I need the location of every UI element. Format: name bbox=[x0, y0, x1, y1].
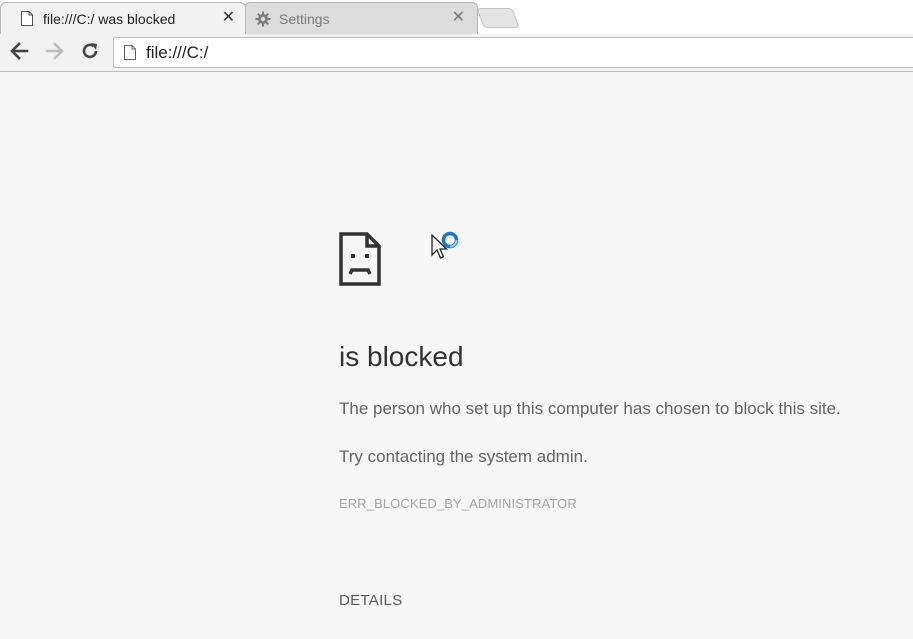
error-page: is blocked The person who set up this co… bbox=[0, 73, 913, 639]
error-code: ERR_BLOCKED_BY_ADMINISTRATOR bbox=[339, 496, 577, 511]
sad-page-icon bbox=[339, 232, 381, 286]
back-arrow-icon bbox=[9, 41, 29, 65]
close-tab-icon[interactable]: ✕ bbox=[222, 9, 235, 27]
error-suggestion: Try contacting the system admin. bbox=[339, 447, 588, 466]
back-button[interactable] bbox=[8, 41, 30, 65]
url-input[interactable] bbox=[146, 42, 846, 63]
error-heading: is blocked bbox=[339, 341, 464, 372]
forward-arrow-icon bbox=[45, 41, 65, 65]
reload-icon bbox=[80, 41, 100, 66]
tab-title: Settings bbox=[279, 10, 330, 27]
reload-button[interactable] bbox=[79, 42, 101, 64]
tab-blocked-page[interactable]: file:///C:/ was blocked ✕ bbox=[0, 2, 246, 34]
mouse-cursor-busy-icon bbox=[431, 231, 463, 265]
forward-button[interactable] bbox=[44, 41, 66, 65]
new-tab-button[interactable] bbox=[476, 8, 520, 28]
error-message: The person who set up this computer has … bbox=[339, 399, 841, 418]
tab-settings[interactable]: Settings ✕ bbox=[244, 2, 478, 34]
gear-icon bbox=[255, 10, 271, 28]
toolbar bbox=[0, 34, 913, 72]
address-bar[interactable] bbox=[113, 37, 913, 68]
tab-strip: file:///C:/ was blocked ✕ Settings ✕ bbox=[0, 0, 913, 34]
close-tab-icon[interactable]: ✕ bbox=[452, 9, 465, 27]
page-icon bbox=[122, 44, 138, 62]
page-icon bbox=[19, 10, 35, 28]
tab-title: file:///C:/ was blocked bbox=[43, 10, 176, 27]
details-button[interactable]: DETAILS bbox=[339, 592, 403, 609]
